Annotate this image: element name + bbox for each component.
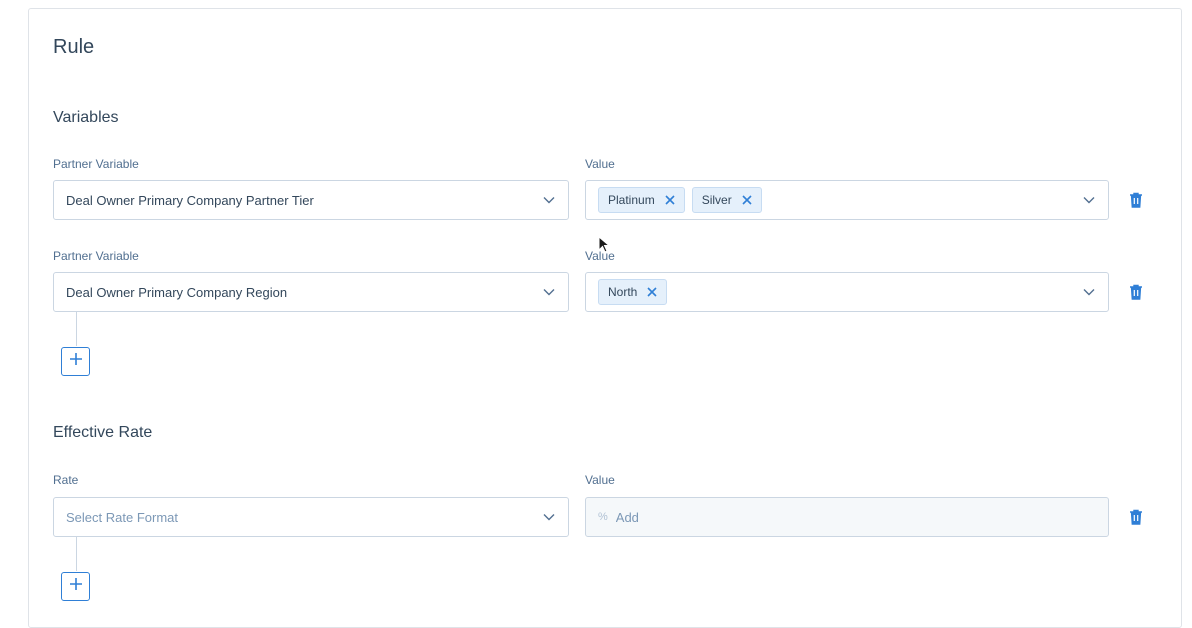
rate-format-placeholder: Select Rate Format bbox=[66, 509, 178, 525]
trash-icon[interactable] bbox=[1128, 192, 1144, 208]
chevron-down-icon bbox=[542, 285, 556, 299]
partner-variable-select[interactable]: Deal Owner Primary Company Region bbox=[53, 272, 569, 312]
plus-icon bbox=[69, 352, 83, 371]
chip-list: North bbox=[598, 279, 1074, 305]
chevron-down-icon bbox=[542, 510, 556, 524]
partner-variable-label: Partner Variable bbox=[53, 249, 139, 263]
partner-variable-label: Partner Variable bbox=[53, 157, 139, 171]
value-multiselect[interactable]: Platinum Silver bbox=[585, 180, 1109, 220]
partner-variable-selected: Deal Owner Primary Company Partner Tier bbox=[66, 192, 314, 208]
value-chip: Silver bbox=[691, 187, 762, 213]
percent-icon: % bbox=[598, 511, 608, 523]
value-label: Value bbox=[585, 157, 615, 171]
chevron-down-icon bbox=[1082, 193, 1096, 207]
chevron-down-icon bbox=[542, 193, 556, 207]
partner-variable-selected: Deal Owner Primary Company Region bbox=[66, 284, 288, 300]
partner-variable-select[interactable]: Deal Owner Primary Company Partner Tier bbox=[53, 180, 569, 220]
rate-format-select[interactable]: Select Rate Format bbox=[53, 497, 569, 537]
trash-icon[interactable] bbox=[1128, 509, 1144, 525]
connector-line bbox=[76, 312, 77, 346]
rate-value-placeholder: Add bbox=[615, 509, 639, 525]
chip-label: Silver bbox=[701, 193, 732, 207]
value-chip: North bbox=[598, 279, 668, 305]
trash-icon[interactable] bbox=[1128, 284, 1144, 300]
add-rate-button[interactable] bbox=[61, 572, 90, 601]
value-label: Value bbox=[585, 473, 615, 487]
mouse-cursor-icon bbox=[598, 235, 611, 259]
value-chip: Platinum bbox=[598, 187, 685, 213]
close-icon[interactable] bbox=[646, 286, 658, 298]
variables-heading: Variables bbox=[53, 109, 119, 126]
close-icon[interactable] bbox=[664, 194, 676, 206]
plus-icon bbox=[69, 577, 83, 596]
add-variable-button[interactable] bbox=[61, 347, 90, 376]
effective-rate-heading: Effective Rate bbox=[53, 424, 153, 441]
chip-label: Platinum bbox=[608, 193, 655, 207]
chevron-down-icon bbox=[1082, 285, 1096, 299]
rate-label: Rate bbox=[53, 473, 79, 487]
close-icon[interactable] bbox=[741, 194, 753, 206]
chip-label: North bbox=[608, 285, 638, 299]
value-multiselect[interactable]: North bbox=[585, 272, 1109, 312]
rule-title: Rule bbox=[53, 36, 95, 58]
chip-list: Platinum Silver bbox=[598, 187, 1074, 213]
connector-line bbox=[76, 537, 77, 571]
rate-value-input[interactable]: % Add bbox=[585, 497, 1109, 537]
